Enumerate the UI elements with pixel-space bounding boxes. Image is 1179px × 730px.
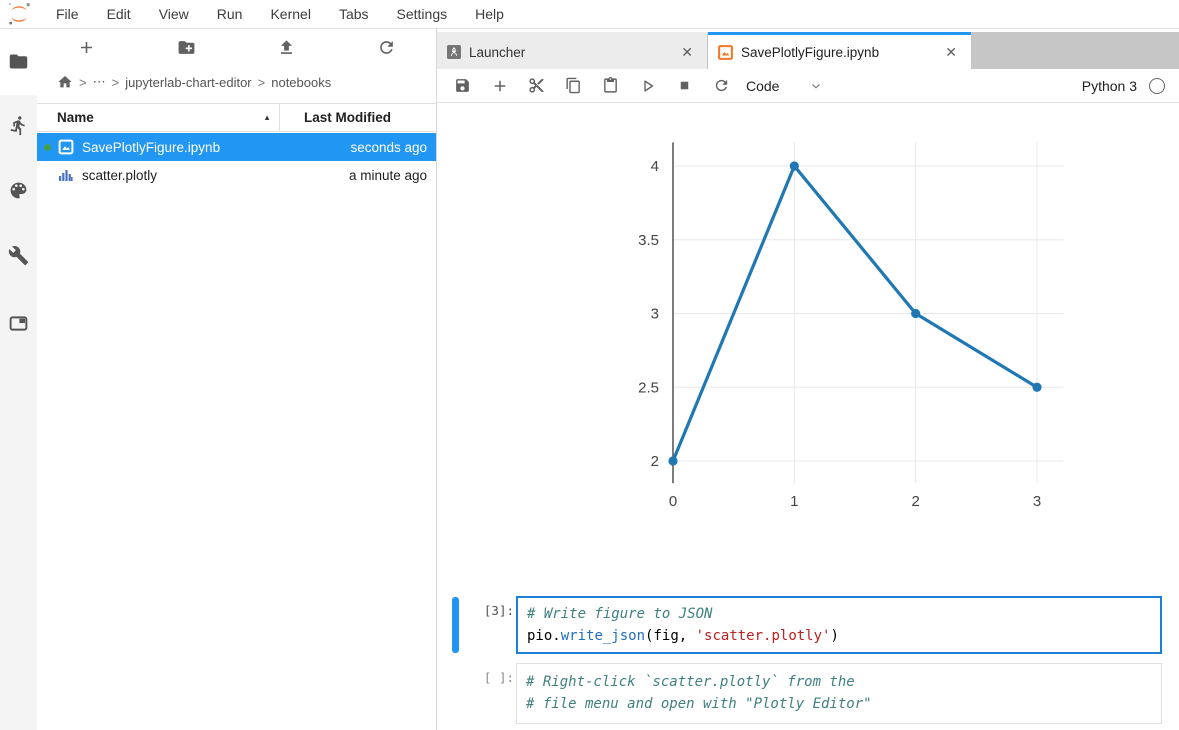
jupyter-logo-icon [6,1,32,27]
sort-ascending-icon: ▲ [263,113,271,122]
notebook-icon [58,139,74,155]
menu-tabs[interactable]: Tabs [325,0,383,28]
svg-text:3: 3 [1033,493,1041,510]
column-header-modified[interactable]: Last Modified [279,104,436,131]
running-sessions-icon[interactable] [8,115,29,136]
menu-kernel[interactable]: Kernel [256,0,324,28]
menu-settings[interactable]: Settings [383,0,462,28]
kernel-name-label: Python 3 [1081,77,1137,94]
notebook-content: 2 2.5 3 3.5 4 0 1 2 3 [3]: # Write figure to JSO… [437,103,1179,730]
code-cell-editor[interactable]: # Write figure to JSON pio.write_json(fig… [516,596,1162,654]
svg-text:2: 2 [911,493,919,510]
tab-launcher[interactable]: Launcher ✕ [437,32,708,69]
new-folder-button[interactable] [137,38,237,57]
svg-text:4: 4 [651,158,659,175]
activity-sidebar [0,28,38,730]
menu-file[interactable]: File [42,0,93,28]
folder-icon[interactable] [8,51,29,72]
breadcrumb-separator: > [257,74,266,90]
file-list-header: Name ▲ Last Modified [37,103,436,132]
restart-kernel-button[interactable] [703,72,740,100]
column-modified-label: Last Modified [304,110,391,125]
menu-run[interactable]: Run [203,0,257,28]
main-dock-panel: Launcher ✕ SavePlotlyFigure.ipynb ✕ Code… [437,28,1179,730]
tab-label: SavePlotlyFigure.ipynb [741,44,880,60]
file-row-plotly[interactable]: scatter.plotly a minute ago [37,161,436,189]
breadcrumb-separator: > [111,74,120,90]
refresh-button[interactable] [336,38,436,57]
cell-input-prompt: [ ]: [483,670,514,685]
cut-icon[interactable] [518,72,555,100]
upload-button[interactable] [237,38,337,57]
notebook-icon [718,44,733,60]
paste-icon[interactable] [592,72,629,100]
svg-text:2.5: 2.5 [638,379,659,396]
file-name: scatter.plotly [82,167,158,183]
tab-bar: Launcher ✕ SavePlotlyFigure.ipynb ✕ [437,32,1179,69]
tab-bar-filler [971,32,1179,69]
breadcrumb-separator: > [79,74,87,90]
open-tabs-icon[interactable] [8,313,29,334]
menu-edit[interactable]: Edit [93,0,145,28]
svg-text:2: 2 [651,453,659,470]
save-button[interactable] [444,72,481,100]
column-name-label: Name [57,110,94,125]
file-browser-panel: > ⋯ > jupyterlab-chart-editor > notebook… [37,28,437,730]
breadcrumb-ellipsis[interactable]: ⋯ [93,74,106,90]
notebook-toolbar: Code Python 3 [437,69,1179,103]
copy-icon[interactable] [555,72,592,100]
new-launcher-button[interactable] [37,38,137,57]
close-icon[interactable]: ✕ [941,44,961,61]
tab-notebook[interactable]: SavePlotlyFigure.ipynb ✕ [708,32,971,69]
jupyterlab-window: File Edit View Run Kernel Tabs Settings … [0,0,1179,730]
plotly-file-icon [58,167,74,183]
cell-input-prompt: [3]: [483,603,514,618]
file-modified: seconds ago [350,139,427,155]
code-cell-editor[interactable]: # Right-click `scatter.plotly` from the #… [516,663,1162,724]
kernel-dot-placeholder [44,172,51,179]
column-header-name[interactable]: Name ▲ [37,104,279,131]
breadcrumb: > ⋯ > jupyterlab-chart-editor > notebook… [37,66,436,98]
home-icon[interactable] [57,74,73,90]
tab-label: Launcher [469,44,526,60]
run-button[interactable] [629,72,666,100]
menu-help[interactable]: Help [461,0,518,28]
kernel-status-indicator[interactable] [1149,77,1165,94]
svg-text:0: 0 [669,493,677,510]
wrench-icon[interactable] [8,245,29,266]
insert-cell-button[interactable] [481,72,518,100]
menu-view[interactable]: View [145,0,203,28]
file-name: SavePlotlyFigure.ipynb [82,139,221,155]
chevron-down-icon[interactable] [809,79,823,93]
cell-type-dropdown[interactable]: Code [746,78,779,94]
svg-text:3.5: 3.5 [638,232,659,249]
svg-text:3: 3 [651,306,659,323]
stop-button[interactable] [666,72,703,100]
file-browser-toolbar [37,28,436,66]
palette-icon[interactable] [8,180,29,201]
menu-bar: File Edit View Run Kernel Tabs Settings … [0,0,1179,29]
breadcrumb-item-notebooks[interactable]: notebooks [271,75,331,90]
launcher-icon [447,45,461,59]
file-modified: a minute ago [348,167,427,183]
breadcrumb-item-chart-editor[interactable]: jupyterlab-chart-editor [125,75,251,90]
svg-text:1: 1 [790,493,798,510]
file-row-notebook[interactable]: SavePlotlyFigure.ipynb seconds ago [37,133,436,161]
kernel-running-dot [44,143,51,151]
plotly-chart[interactable]: 2 2.5 3 3.5 4 0 1 2 3 [610,120,1080,510]
close-icon[interactable]: ✕ [677,44,697,61]
